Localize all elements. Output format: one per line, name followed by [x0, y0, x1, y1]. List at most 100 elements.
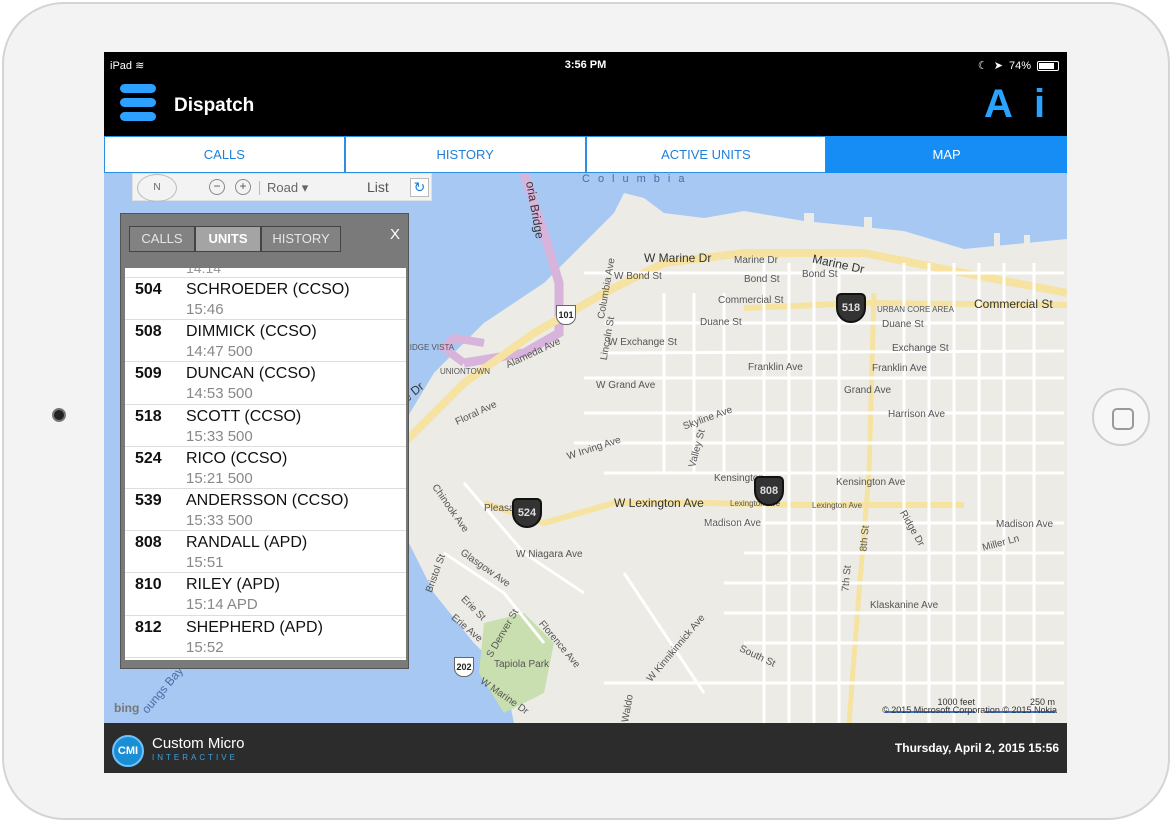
unit-officer: SCHROEDER (CCSO)	[186, 281, 350, 298]
unit-status: 15:52	[186, 638, 224, 656]
units-panel: CALLS UNITS HISTORY X 14:14 504 SCHROEDER…	[120, 213, 409, 669]
unit-number: 539	[135, 491, 162, 509]
battery-percent: 74%	[1008, 59, 1031, 72]
unit-number: 810	[135, 576, 162, 594]
map-copyright: © 2015 Microsoft Corporation © 2015 Noki…	[882, 705, 1057, 715]
map-style-select[interactable]: Road ▾	[258, 180, 308, 196]
location-icon: ➤	[993, 60, 1003, 72]
street-label: Duane St	[882, 319, 924, 330]
tab-history[interactable]: HISTORY	[344, 136, 586, 173]
unit-status: 15:14 APD	[186, 596, 258, 614]
front-camera	[52, 408, 66, 422]
unit-officer: SHEPHERD (APD)	[186, 618, 323, 636]
street-label: 8th St	[858, 525, 872, 552]
unit-row[interactable]: 808 RANDALL (APD) 15:51	[125, 531, 406, 574]
app-title: Dispatch	[174, 95, 255, 116]
street-label: W Exchange St	[608, 337, 677, 348]
map-view[interactable]: Columbia W Marine Dr Marine Dr Marine Dr…	[104, 173, 1067, 723]
screen: iPad ≋ 3:56 PM ☾ ➤ 74% Dispatch A i CALL…	[104, 52, 1067, 773]
list-item-partial: 14:14	[125, 268, 406, 278]
unit-number: 524	[135, 449, 162, 467]
street-label: Kensington Ave	[836, 477, 906, 488]
status-right: ☾ ➤ 74%	[978, 59, 1059, 72]
company-name: Custom Micro	[152, 735, 245, 752]
unit-row[interactable]: 509 DUNCAN (CCSO) 14:53 500	[125, 362, 406, 405]
tab-calls[interactable]: CALLS	[104, 136, 345, 173]
unit-status: 15:21 500	[186, 469, 253, 487]
unit-status: 15:33 500	[186, 427, 253, 445]
area-label: URBAN CORE AREA	[877, 305, 954, 314]
bing-logo: bing	[114, 701, 140, 715]
compass-icon[interactable]: N	[137, 174, 177, 202]
zoom-out-button[interactable]: −	[209, 179, 225, 195]
panel-tab-units[interactable]: UNITS	[195, 226, 261, 252]
unit-row[interactable]: 812 SHEPHERD (APD) 15:52	[125, 616, 406, 658]
unit-row[interactable]: 810 RILEY (APD) 15:14 APD	[125, 573, 406, 616]
street-label: Klaskanine Ave	[870, 600, 939, 611]
unit-status: 15:46	[186, 301, 224, 318]
unit-status: 15:33 500	[186, 511, 253, 529]
street-label: Marine Dr	[734, 255, 778, 266]
panel-tabs: CALLS UNITS HISTORY	[129, 226, 341, 252]
street-label: Pleasa	[484, 503, 515, 514]
units-list[interactable]: 14:14 504 SCHROEDER (CCSO) 15:46 508 DIMMICK…	[125, 268, 406, 660]
footer-datetime: Thursday, April 2, 2015 15:56	[894, 741, 1059, 755]
map-toolbar: N − + Road ▾ List ↻	[132, 173, 432, 202]
street-label: W Marine Dr	[644, 251, 712, 265]
street-label: W Niagara Ave	[516, 549, 583, 560]
street-label: Franklin Ave	[748, 362, 803, 373]
menu-icon[interactable]	[120, 84, 156, 128]
moon-icon: ☾	[977, 60, 988, 72]
unit-row[interactable]: 508 DIMMICK (CCSO) 14:47 500	[125, 320, 406, 363]
refresh-icon[interactable]: ↻	[410, 178, 429, 197]
unit-row[interactable]: 524 RICO (CCSO) 15:21 500	[125, 447, 406, 489]
street-label: Bond St	[744, 274, 780, 285]
close-icon[interactable]: X	[390, 226, 400, 243]
unit-row[interactable]: 504 SCHROEDER (CCSO) 15:46	[125, 278, 406, 321]
unit-officer: RICO (CCSO)	[186, 449, 288, 467]
highway-shield: 202	[454, 657, 474, 677]
unit-marker[interactable]: 524	[512, 498, 542, 528]
unit-row[interactable]: 518 SCOTT (CCSO) 15:33 500	[125, 405, 406, 447]
street-label: Franklin Ave	[872, 363, 927, 374]
unit-marker-label: 808	[754, 476, 784, 506]
street-label: W Grand Ave	[596, 380, 656, 391]
panel-tab-calls[interactable]: CALLS	[129, 226, 195, 252]
home-button[interactable]	[1092, 388, 1150, 446]
logo-info[interactable]: i	[1034, 82, 1045, 127]
app-header: Dispatch A i	[104, 78, 1067, 136]
street-label: Duane St	[700, 317, 742, 328]
tab-map[interactable]: MAP	[826, 136, 1067, 173]
unit-marker[interactable]: 518	[836, 293, 866, 323]
unit-officer: ANDERSSON (CCSO)	[186, 491, 349, 509]
unit-marker[interactable]: 808	[754, 476, 784, 506]
street-label: Commercial St	[974, 297, 1053, 311]
tab-active-units[interactable]: ACTIVE UNITS	[585, 136, 827, 173]
unit-officer: DUNCAN (CCSO)	[186, 365, 316, 383]
street-label: Lexington Ave	[812, 501, 863, 510]
unit-number: 518	[135, 407, 162, 425]
street-label: W Lexington Ave	[614, 496, 704, 510]
panel-tab-history[interactable]: HISTORY	[261, 226, 341, 252]
street-label: 7th St	[840, 565, 854, 592]
unit-officer: RILEY (APD)	[186, 576, 280, 594]
highway-shield: 101	[556, 305, 576, 325]
status-time: 3:56 PM	[564, 59, 607, 71]
river-label: Columbia	[582, 173, 693, 185]
street-label: Madison Ave	[704, 518, 762, 529]
street-label: Grand Ave	[844, 385, 892, 396]
main-tabs: CALLS HISTORY ACTIVE UNITS MAP	[104, 136, 1067, 173]
company-logo: CMI	[112, 735, 144, 767]
logo-a[interactable]: A	[984, 82, 1013, 127]
zoom-in-button[interactable]: +	[235, 179, 251, 195]
unit-officer: DIMMICK (CCSO)	[186, 323, 317, 341]
street-label: Harrison Ave	[888, 409, 946, 420]
unit-status: 14:47 500	[186, 343, 253, 361]
street-label: Commercial St	[718, 295, 784, 306]
company-subtitle: INTERACTIVE	[152, 753, 238, 762]
unit-officer: RANDALL (APD)	[186, 534, 308, 552]
street-label: Exchange St	[892, 343, 949, 354]
list-link[interactable]: List	[367, 179, 389, 195]
street-label: Bond St	[802, 269, 838, 280]
unit-row[interactable]: 539 ANDERSSON (CCSO) 15:33 500	[125, 489, 406, 532]
